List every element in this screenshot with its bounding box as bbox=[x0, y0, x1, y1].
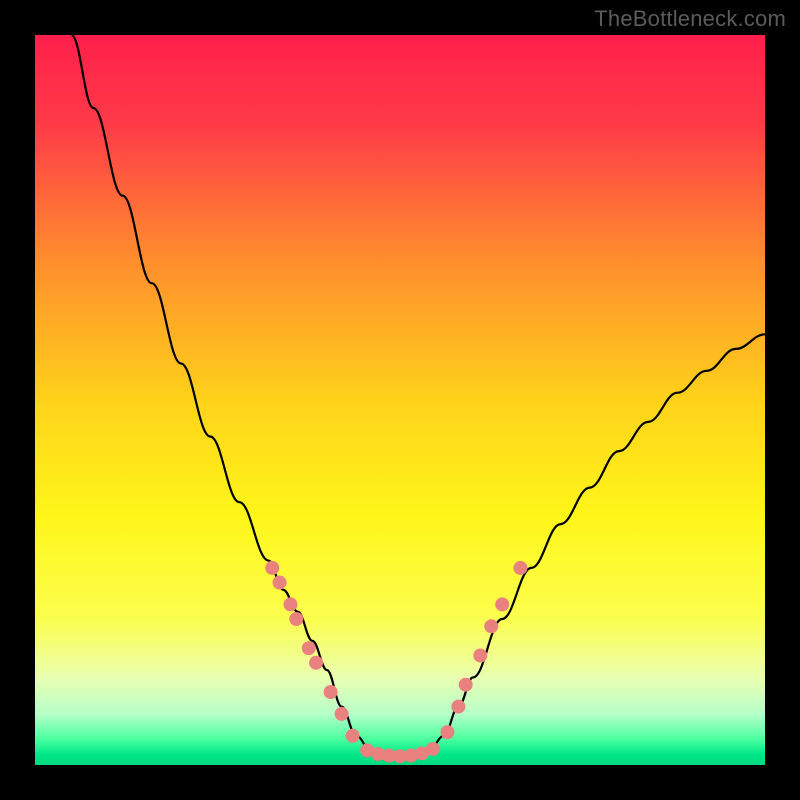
data-point-marker bbox=[426, 742, 440, 756]
data-point-marker bbox=[273, 576, 287, 590]
data-point-marker bbox=[495, 597, 509, 611]
data-point-marker bbox=[513, 561, 527, 575]
data-point-marker bbox=[302, 641, 316, 655]
data-point-marker bbox=[335, 707, 349, 721]
data-point-marker bbox=[309, 656, 323, 670]
data-point-marker bbox=[265, 561, 279, 575]
data-point-marker bbox=[346, 729, 360, 743]
chart-frame: TheBottleneck.com bbox=[0, 0, 800, 800]
data-point-marker bbox=[459, 678, 473, 692]
gradient-background bbox=[35, 35, 765, 765]
data-point-marker bbox=[289, 612, 303, 626]
data-point-marker bbox=[451, 700, 465, 714]
data-point-marker bbox=[473, 649, 487, 663]
data-point-marker bbox=[284, 597, 298, 611]
chart-svg bbox=[35, 35, 765, 765]
watermark-text: TheBottleneck.com bbox=[594, 6, 786, 32]
data-point-marker bbox=[484, 619, 498, 633]
plot-area bbox=[35, 35, 765, 765]
data-point-marker bbox=[324, 685, 338, 699]
data-point-marker bbox=[440, 725, 454, 739]
